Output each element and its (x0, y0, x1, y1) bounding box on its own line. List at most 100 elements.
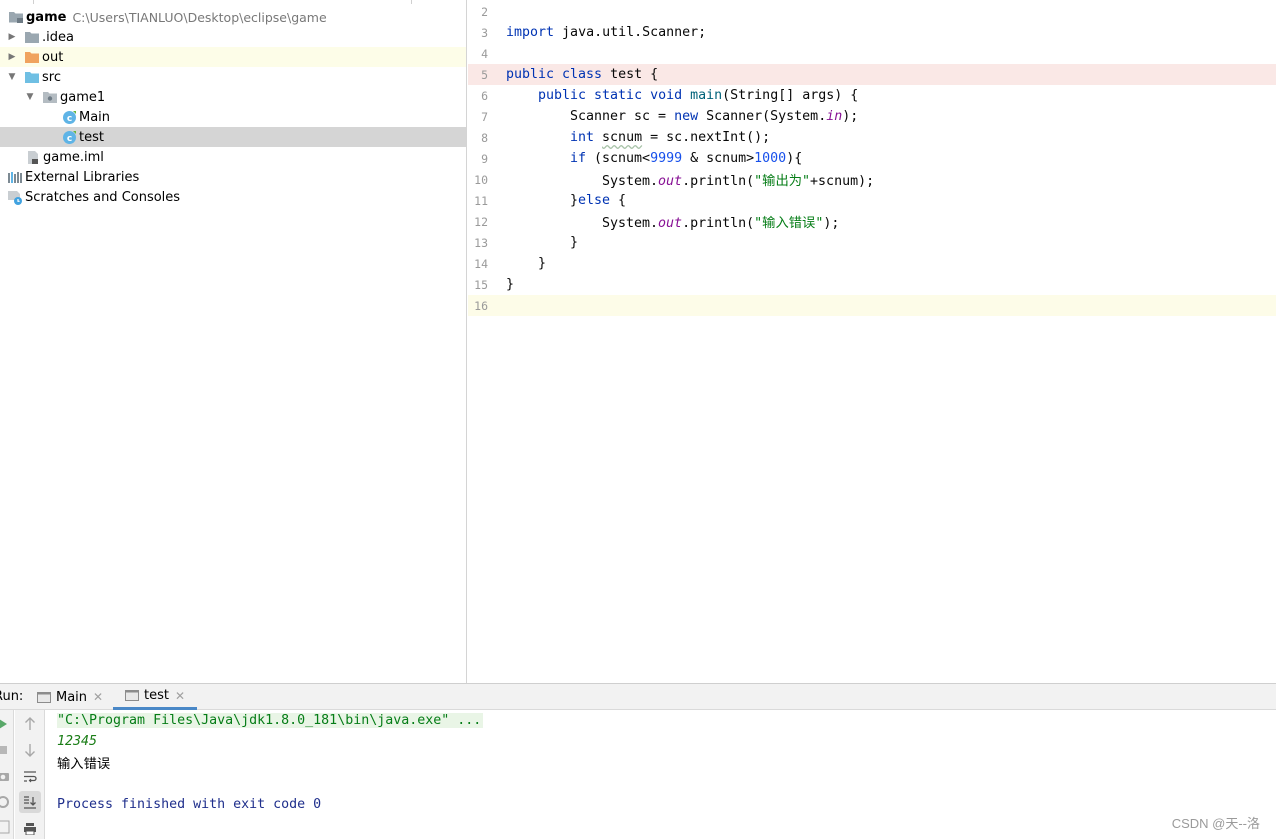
scroll-to-end-icon[interactable] (19, 791, 41, 813)
static-field: in (826, 109, 843, 124)
project-path: C:\Users\TIANLUO\Desktop\eclipse\game (72, 9, 327, 25)
exit-icon[interactable] (0, 816, 14, 838)
collapsed-arrow-icon[interactable]: ▶ (6, 47, 18, 67)
code-line[interactable]: 2 (468, 1, 1276, 22)
package-icon (42, 87, 58, 107)
console-command: "C:\Program Files\Java\jdk1.8.0_181\bin\… (57, 713, 484, 728)
code-line[interactable]: 10 System.out.println("输出为"+scnum); (468, 169, 1276, 190)
settings-icon[interactable] (0, 791, 14, 813)
close-icon[interactable]: ✕ (93, 690, 103, 704)
tree-item-idea[interactable]: ▶ .idea (0, 27, 466, 47)
close-icon[interactable]: ✕ (175, 689, 185, 703)
static-field: out (658, 174, 683, 189)
run-toolbar-primary (0, 710, 14, 839)
code-text: System.out.println("输出为"+scnum); (602, 170, 874, 189)
tree-item-out[interactable]: ▶ out (0, 47, 466, 67)
keyword: int (570, 130, 595, 145)
code-token: (scnum< (586, 151, 651, 166)
code-token: System. (602, 174, 659, 189)
keyword: new (674, 109, 699, 124)
collapsed-arrow-icon[interactable]: ▶ (6, 27, 18, 47)
code-token: { (610, 193, 627, 208)
run-panel-header: Run: Main ✕ test ✕ (0, 683, 1276, 710)
strip-separator (411, 0, 412, 4)
code-text: public class test { (506, 67, 658, 82)
code-token: .println( (682, 174, 755, 189)
folder-icon (24, 27, 40, 47)
code-text: import java.util.Scanner; (506, 25, 706, 40)
line-number: 9 (481, 151, 488, 166)
code-line[interactable]: 15 } (468, 274, 1276, 295)
static-field: out (658, 216, 683, 231)
tree-item-test[interactable]: c test (0, 127, 466, 147)
excluded-folder-icon (24, 47, 40, 67)
line-number: 11 (474, 193, 488, 208)
strip-separator (33, 0, 34, 4)
code-token: ); (823, 216, 840, 231)
line-number: 15 (474, 277, 488, 292)
line-number: 8 (481, 130, 488, 145)
camera-icon[interactable] (0, 765, 14, 787)
tree-item-external-libraries[interactable]: External Libraries (0, 167, 466, 187)
console-exit-message: Process finished with exit code 0 (57, 797, 322, 812)
module-folder-icon (8, 7, 24, 27)
watermark: CSDN @天--洛 (1171, 816, 1260, 831)
expanded-arrow-icon[interactable]: ▼ (24, 87, 36, 107)
keyword: public class (506, 67, 603, 82)
code-text: } (506, 277, 515, 292)
tree-item-game-iml[interactable]: game.iml (0, 147, 466, 167)
code-token: Scanner sc = (570, 109, 675, 124)
code-line[interactable]: 6 public static void main(String[] args)… (468, 85, 1276, 106)
console-user-input: 12345 (57, 734, 98, 749)
code-line[interactable]: 3 import java.util.Scanner; (468, 22, 1276, 43)
tree-item-src[interactable]: ▼ src (0, 67, 466, 87)
line-number: 14 (474, 256, 488, 271)
code-line[interactable]: 9 if (scnum<9999 & scnum>1000){ (468, 148, 1276, 169)
code-token: Scanner(System. (698, 109, 827, 124)
code-line[interactable]: 7 Scanner sc = new Scanner(System.in); (468, 106, 1276, 127)
tab-test[interactable]: test ✕ (113, 684, 198, 710)
code-line[interactable]: 4 (468, 43, 1276, 64)
keyword: if (570, 151, 587, 166)
method-name: main (690, 88, 723, 103)
keyword: else (578, 193, 611, 208)
print-icon[interactable] (19, 817, 41, 839)
tree-item-main[interactable]: c Main (0, 107, 466, 127)
code-line-highlighted[interactable]: 5 public class test { (468, 64, 1276, 85)
line-number: 6 (481, 88, 488, 103)
code-line[interactable]: 13 } (468, 232, 1276, 253)
code-line[interactable]: 14 } (468, 253, 1276, 274)
tree-label: Main (79, 109, 111, 125)
tree-label: .idea (42, 29, 74, 45)
rerun-icon[interactable] (0, 713, 14, 735)
arrow-up-icon[interactable] (19, 713, 41, 735)
code-token: & scnum> (682, 151, 755, 166)
console-program-output: 输入错误 (57, 757, 111, 772)
tree-item-game1[interactable]: ▼ game1 (0, 87, 466, 107)
code-line-current[interactable]: 16 (468, 295, 1276, 316)
soft-wrap-icon[interactable] (19, 765, 41, 787)
code-editor[interactable]: 2 3 import java.util.Scanner; 4 5 public… (468, 0, 1276, 683)
svg-text:c: c (66, 114, 71, 124)
code-line[interactable]: 11 }else { (468, 190, 1276, 211)
code-line[interactable]: 12 System.out.println("输入错误"); (468, 211, 1276, 232)
java-class-icon: c (61, 107, 77, 127)
line-number: 13 (474, 235, 488, 250)
tree-item-game[interactable]: game C:\Users\TIANLUO\Desktop\eclipse\ga… (0, 7, 466, 27)
code-token: = sc.nextInt(); (642, 130, 771, 145)
console-exit-line: Process finished with exit code 0 (57, 794, 321, 815)
scratches-icon (7, 187, 23, 207)
keyword: public static void (538, 88, 683, 103)
stop-icon[interactable] (0, 739, 14, 761)
tab-main[interactable]: Main ✕ (37, 684, 103, 710)
expanded-arrow-icon[interactable]: ▼ (6, 67, 18, 87)
line-number: 12 (474, 214, 488, 229)
tab-label: Main (56, 689, 88, 705)
tree-item-scratches[interactable]: Scratches and Consoles (0, 187, 466, 207)
tree-label: game (26, 9, 67, 25)
panel-top-strip (0, 0, 466, 4)
console-output[interactable]: "C:\Program Files\Java\jdk1.8.0_181\bin\… (46, 710, 1276, 839)
code-line[interactable]: 8 int scnum = sc.nextInt(); (468, 127, 1276, 148)
arrow-down-icon[interactable] (19, 739, 41, 761)
tree-label: game1 (60, 89, 106, 105)
